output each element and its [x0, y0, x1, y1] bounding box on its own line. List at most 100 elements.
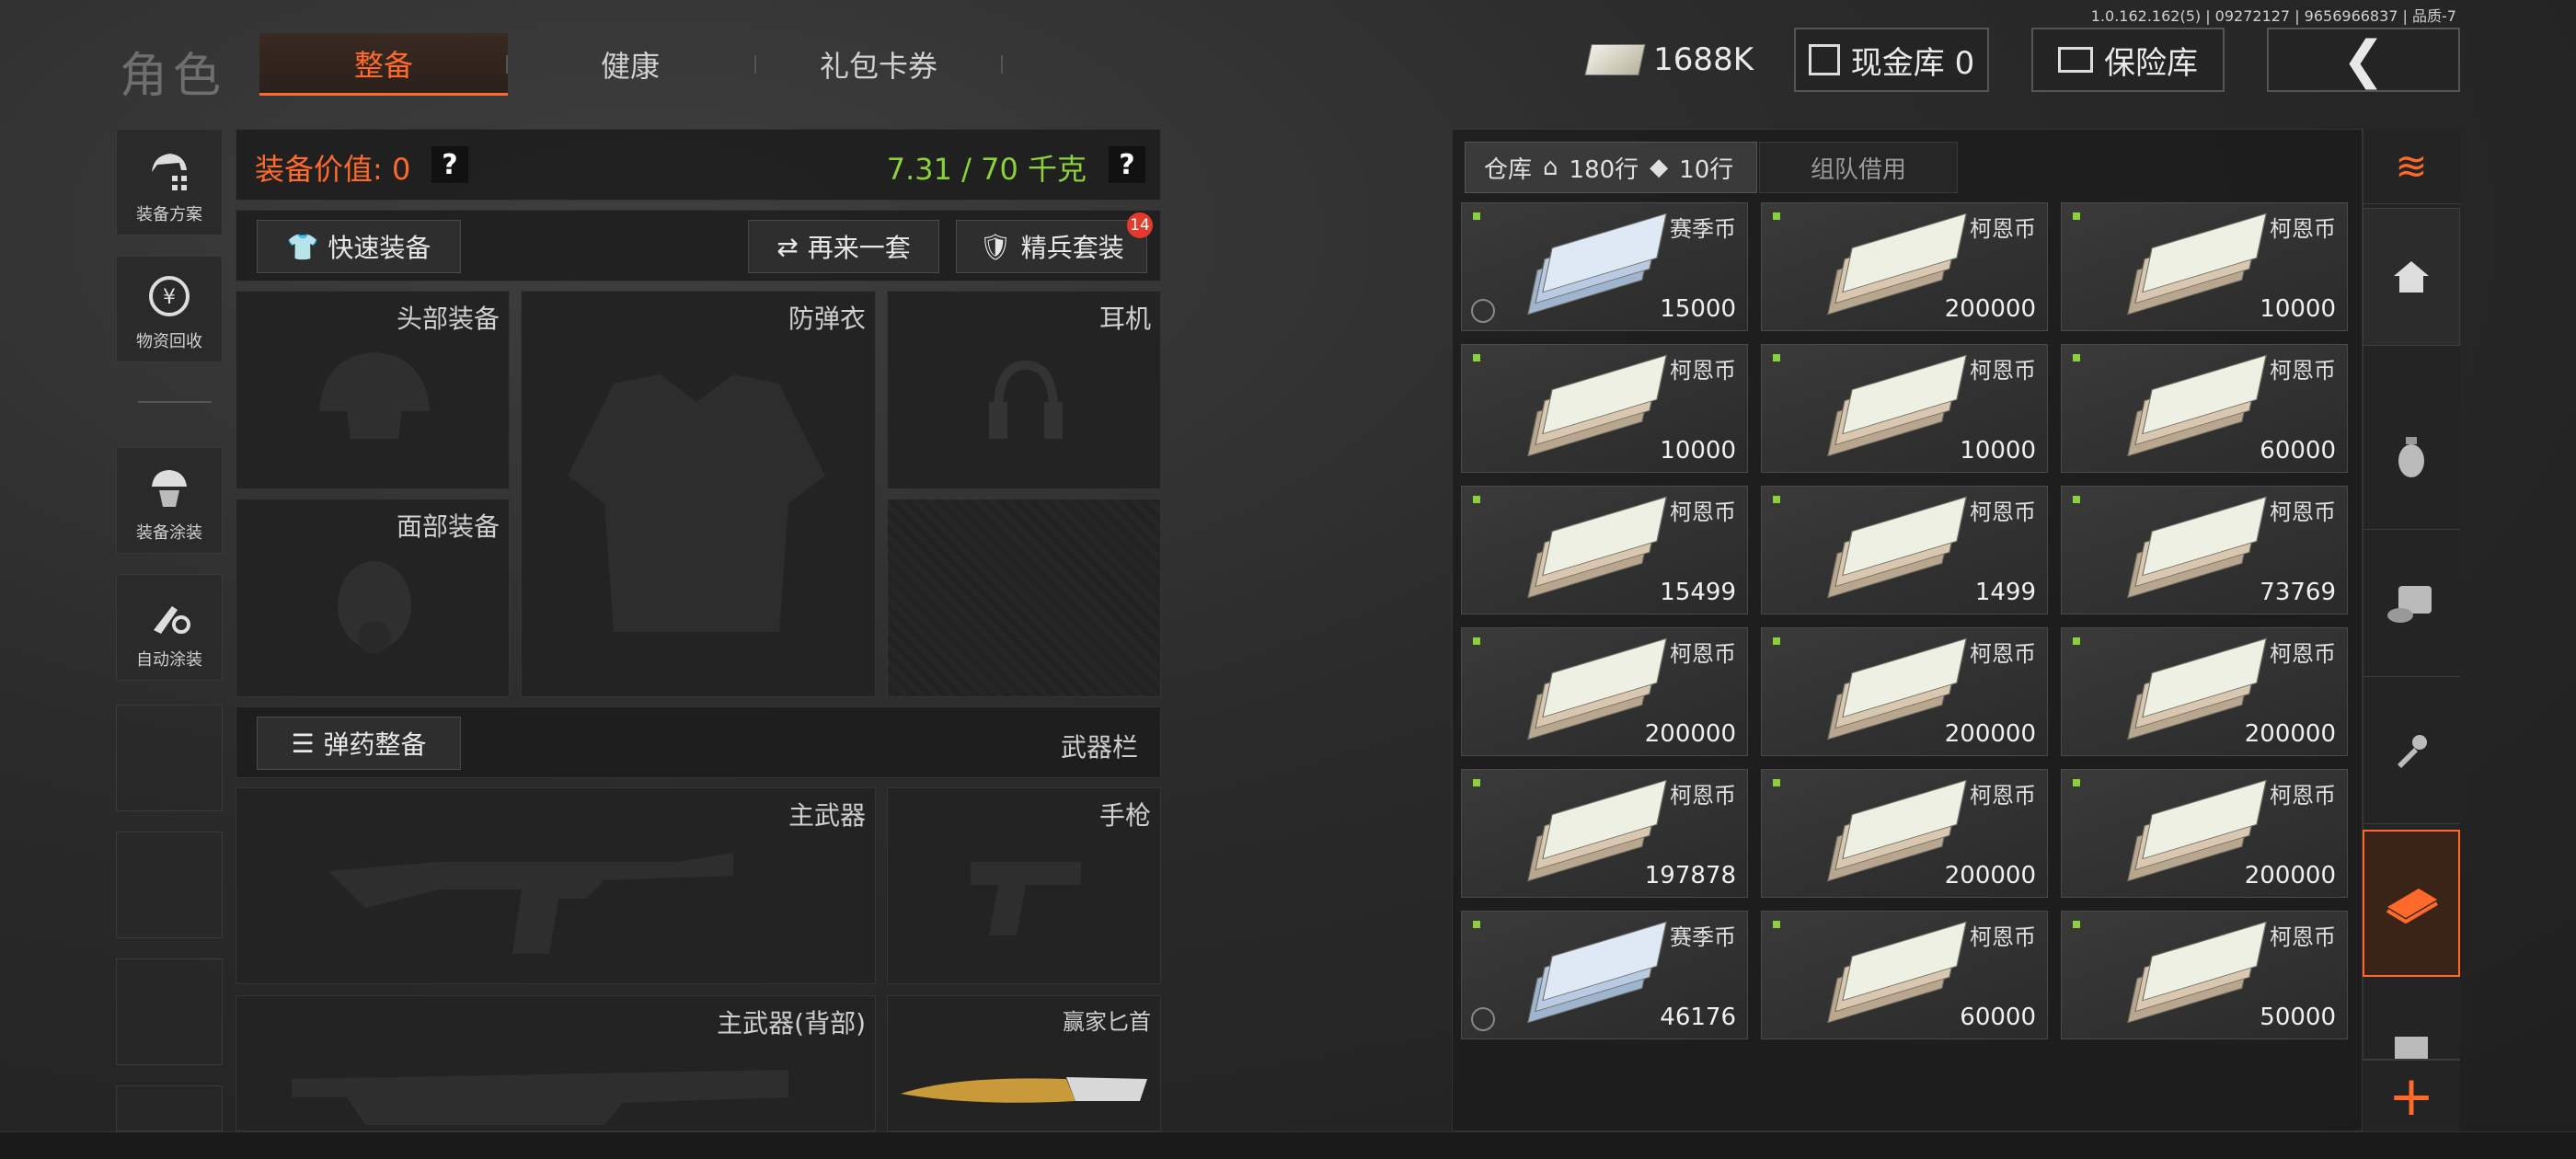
- consumable-icon[interactable]: [2363, 530, 2460, 677]
- equipment-value: 装备价值: 0: [255, 152, 411, 187]
- koen-coin-icon: [2127, 212, 2267, 316]
- rarity-indicator: [1473, 921, 1480, 928]
- crate-icon[interactable]: [2363, 977, 2460, 1060]
- equipment-value-bar: 装备价值: 0 ? 7.31 / 70 千克 ?: [236, 129, 1161, 201]
- item-name: 柯恩币: [1970, 499, 2036, 525]
- body-armor-slot[interactable]: 防弹衣: [521, 291, 876, 697]
- ammo-prep-button[interactable]: ☰ 弹药整备: [257, 717, 461, 770]
- rarity-indicator: [1773, 637, 1780, 645]
- item-quantity: 50000: [2260, 1004, 2336, 1031]
- back-arrow-icon: ❮: [2341, 29, 2386, 90]
- tab-gift-cards[interactable]: 礼包卡券: [754, 33, 1003, 96]
- primary-weapon-slot[interactable]: 主武器: [236, 787, 876, 984]
- inventory-item[interactable]: 柯恩币 200000: [1761, 202, 2048, 331]
- item-quantity: 15499: [1660, 579, 1736, 606]
- equipment-skin-label: 装备涂装: [136, 523, 202, 543]
- inventory-item[interactable]: 柯恩币 200000: [1761, 627, 2048, 756]
- tab-warehouse[interactable]: 仓库 ⌂ 180行 ◆ 10行: [1465, 142, 1757, 193]
- inventory-item[interactable]: 柯恩币 10000: [1461, 344, 1748, 473]
- season-coin-icon: [1527, 212, 1667, 316]
- headset-slot[interactable]: 耳机: [887, 291, 1161, 489]
- koen-coin-icon: [1827, 637, 1967, 740]
- auto-paint-label: 自动涂装: [136, 650, 202, 670]
- inventory-item[interactable]: 柯恩币 15499: [1461, 486, 1748, 614]
- weight-help-button[interactable]: ?: [1109, 146, 1145, 183]
- inventory-item[interactable]: 柯恩币 200000: [1461, 627, 1748, 756]
- item-quantity: 200000: [2244, 862, 2336, 889]
- rarity-indicator: [1473, 637, 1480, 645]
- back-rifle-icon: [292, 1070, 788, 1125]
- face-gear-slot[interactable]: 面部装备: [236, 499, 510, 697]
- koen-coin-icon: [1827, 496, 1967, 599]
- shield-icon: 🛡: [979, 231, 1012, 262]
- inventory-item[interactable]: 柯恩币 200000: [1761, 769, 2048, 898]
- koen-coin-icon: [2127, 779, 2267, 882]
- redo-set-button[interactable]: ⇄ 再来一套: [748, 220, 939, 273]
- inventory-item[interactable]: 柯恩币 10000: [1761, 344, 2048, 473]
- all-items-icon[interactable]: ≋: [2363, 129, 2460, 204]
- inventory-item[interactable]: 柯恩币 60000: [1761, 911, 2048, 1039]
- loadout-plan-button[interactable]: 装备方案: [116, 129, 223, 235]
- inventory-item[interactable]: 柯恩币 1499: [1761, 486, 2048, 614]
- svg-text:¥: ¥: [163, 286, 176, 309]
- cash-vault-label: 现金库 0: [1850, 44, 1975, 82]
- gas-mask-icon: [338, 561, 411, 654]
- inventory-item[interactable]: 柯恩币 60000: [2061, 344, 2348, 473]
- tab-team-borrow[interactable]: 组队借用: [1759, 142, 1958, 193]
- item-quantity: 46176: [1660, 1004, 1736, 1031]
- warehouse-rows-secondary: 10行: [1679, 155, 1734, 184]
- cash-vault-button[interactable]: 现金库 0: [1794, 28, 1989, 92]
- equipment-skin-button[interactable]: 装备涂装: [116, 447, 223, 554]
- item-name: 柯恩币: [1970, 641, 2036, 667]
- item-name: 赛季币: [1670, 924, 1736, 950]
- elite-set-label: 精兵套装: [1020, 233, 1124, 263]
- skin-icon: [144, 463, 194, 512]
- tab-health[interactable]: 健康: [506, 33, 754, 96]
- head-gear-slot[interactable]: 头部装备: [236, 291, 510, 489]
- recycle-button[interactable]: ¥ 物资回收: [116, 256, 223, 362]
- inventory-item[interactable]: 柯恩币 200000: [2061, 627, 2348, 756]
- safe-box-button[interactable]: 保险库: [2031, 28, 2225, 92]
- home-icon[interactable]: [2363, 208, 2460, 346]
- inventory-item[interactable]: 柯恩币 50000: [2061, 911, 2348, 1039]
- season-badge-icon: [1471, 299, 1495, 323]
- rarity-indicator: [2073, 354, 2080, 361]
- loadout-plan-icon: [144, 144, 194, 194]
- back-button[interactable]: ❮: [2267, 28, 2460, 92]
- golden-knife-icon: [901, 1077, 1147, 1103]
- pistol-slot[interactable]: 手枪: [887, 787, 1161, 984]
- elite-set-button[interactable]: 🛡 精兵套装: [956, 220, 1147, 273]
- inventory-item[interactable]: 赛季币 15000: [1461, 202, 1748, 331]
- auto-paint-button[interactable]: 自动涂装: [116, 574, 223, 681]
- inventory-item[interactable]: 赛季币 46176: [1461, 911, 1748, 1039]
- item-quantity: 73769: [2260, 579, 2336, 606]
- tab-maintenance[interactable]: 整备: [259, 33, 508, 96]
- headset-label: 耳机: [1098, 304, 1151, 334]
- quick-equip-button[interactable]: 👕 快速装备: [257, 220, 461, 273]
- inventory-item[interactable]: 柯恩币 200000: [2061, 769, 2348, 898]
- shirt-icon: 👕: [286, 231, 319, 262]
- inventory-item[interactable]: 柯恩币 73769: [2061, 486, 2348, 614]
- item-name: 柯恩币: [1970, 216, 2036, 242]
- koen-coin-icon: [1827, 212, 1967, 316]
- knife-slot[interactable]: 赢家匕首: [887, 995, 1161, 1131]
- recycle-label: 物资回收: [136, 332, 202, 351]
- add-button[interactable]: +: [2363, 1060, 2460, 1131]
- ammo-prep-label: 弹药整备: [323, 729, 427, 760]
- money-icon: [1584, 44, 1646, 75]
- loadout-plan-label: 装备方案: [136, 205, 202, 224]
- inventory-item[interactable]: 柯恩币 10000: [2061, 202, 2348, 331]
- inventory-item[interactable]: 柯恩币 197878: [1461, 769, 1748, 898]
- back-weapon-slot[interactable]: 主武器(背部): [236, 995, 876, 1131]
- koen-coin-icon: [2127, 921, 2267, 1024]
- safe-box-label: 保险库: [2104, 44, 2198, 82]
- currency-icon[interactable]: [2363, 830, 2460, 977]
- grenade-icon[interactable]: [2363, 383, 2460, 530]
- key-icon[interactable]: [2363, 677, 2460, 824]
- empty-slot: [116, 832, 223, 938]
- rarity-indicator: [1473, 779, 1480, 786]
- item-name: 柯恩币: [1970, 783, 2036, 809]
- value-help-button[interactable]: ?: [431, 146, 468, 183]
- item-quantity: 60000: [1960, 1004, 2036, 1031]
- item-name: 赛季币: [1670, 216, 1736, 242]
